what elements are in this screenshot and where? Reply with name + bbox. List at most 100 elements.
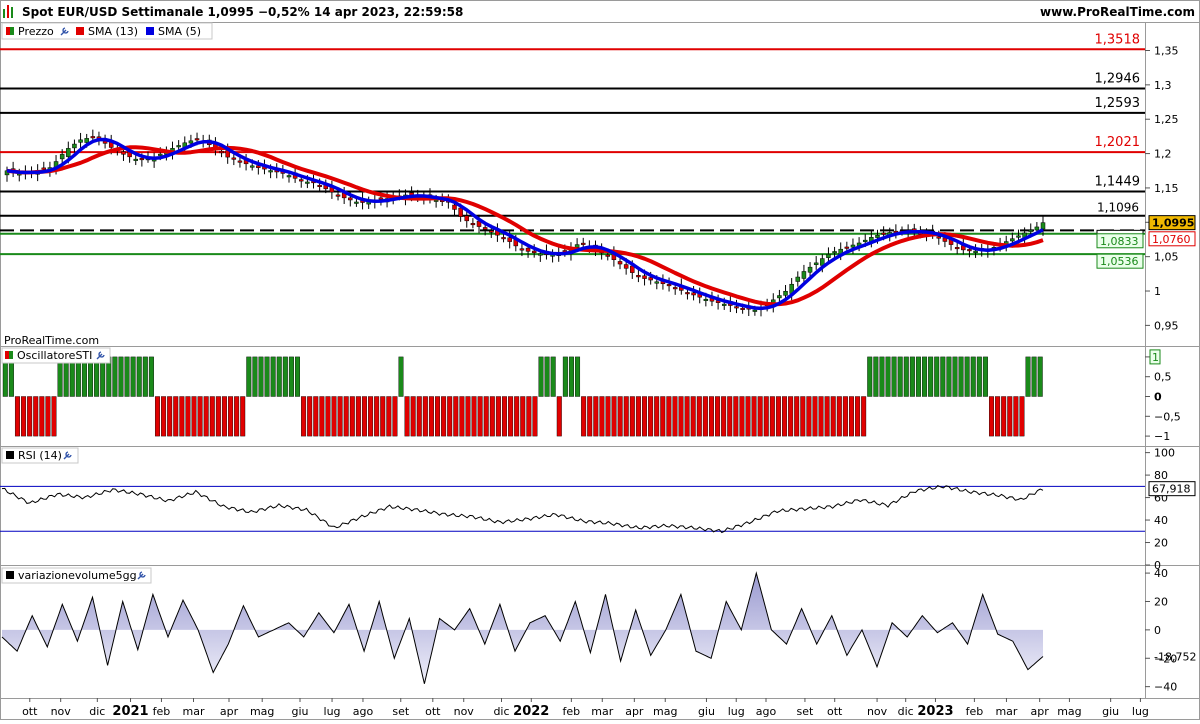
candle-body — [66, 148, 71, 157]
candle-body — [176, 145, 181, 148]
price-y-tick-label: 1 — [1154, 285, 1161, 298]
x-tick-label: mag — [653, 705, 677, 718]
candle-body — [654, 281, 660, 284]
candle-body — [59, 154, 65, 160]
sti-bar — [404, 396, 410, 437]
volume-y-tick-label: −40 — [1154, 681, 1177, 694]
sti-bar — [861, 396, 867, 437]
sti-bar — [501, 396, 507, 437]
x-tick-label: set — [797, 705, 814, 718]
candle-body — [752, 309, 758, 312]
sti-bar — [836, 396, 842, 437]
sti-bar — [234, 396, 240, 437]
sti-bar — [690, 396, 696, 437]
sti-bar — [380, 396, 386, 437]
x-tick-label: lug — [728, 705, 745, 718]
sti-bar — [33, 396, 39, 437]
sti-bar — [812, 396, 818, 437]
candle-body — [783, 290, 788, 296]
sti-bar — [897, 356, 903, 397]
sti-bar — [605, 396, 611, 437]
sti-bar — [982, 356, 988, 397]
sti-bar — [922, 356, 928, 397]
sti-bar — [684, 396, 690, 437]
price-panel[interactable]: 1,351,31,251,21,151,11,0510,951,35181,29… — [0, 32, 1196, 332]
sti-bar — [508, 396, 514, 437]
sti-bar — [319, 396, 325, 437]
candle-body — [286, 175, 292, 178]
price-swatch-icon — [6, 27, 10, 35]
rsi-y-tick-label: 80 — [1154, 469, 1168, 482]
sti-bar — [325, 396, 331, 437]
sti-bar — [258, 356, 264, 397]
sti-bar — [757, 396, 763, 437]
sti-bar — [660, 396, 666, 437]
candle-body — [219, 150, 224, 154]
candle-body — [605, 254, 611, 257]
sti-bar — [952, 356, 958, 397]
candle-body — [452, 204, 457, 210]
sti-bar — [739, 396, 745, 437]
sti-bar — [885, 356, 891, 397]
price-level-label: 1,0536 — [1100, 255, 1139, 268]
sti-bar — [130, 356, 136, 397]
volume-y-tick-label: 0 — [1154, 624, 1161, 637]
price-y-tick-label: 1,25 — [1154, 113, 1179, 126]
candle-body — [121, 151, 126, 155]
sti-bar — [246, 356, 252, 397]
candle-body — [875, 234, 880, 238]
x-tick-label: dic — [89, 705, 105, 718]
candle-body — [862, 239, 868, 242]
rsi-line — [1, 484, 1044, 534]
sti-bar — [575, 356, 581, 397]
x-tick-label: lug — [324, 705, 341, 718]
chart-svg: Spot EUR/USD Settimanale 1,0995 −0,52% 1… — [0, 0, 1200, 720]
volume-panel[interactable]: 40200−20−40-18,752 — [1, 567, 1196, 694]
candle-body — [1016, 235, 1021, 238]
x-tick-label: apr — [625, 705, 644, 718]
sti-bar — [203, 396, 209, 437]
sti-bar — [392, 396, 398, 437]
x-tick-label: mar — [591, 705, 613, 718]
rsi-panel[interactable]: 10080604020067,918 — [0, 447, 1196, 572]
candle-body — [1010, 238, 1015, 242]
price-y-tick-label: 1,35 — [1154, 44, 1179, 57]
sti-bar — [976, 356, 982, 397]
sti-bar — [727, 396, 733, 437]
sti-bar — [556, 396, 562, 437]
candle-body — [458, 207, 463, 217]
candle-body — [617, 261, 623, 265]
site-url[interactable]: www.ProRealTime.com — [1040, 5, 1195, 19]
sti-swatch-icon — [5, 351, 9, 359]
price-level-label: 1,3518 — [1095, 32, 1141, 47]
sti-bar — [678, 396, 684, 437]
sti-bar — [112, 356, 118, 397]
sti-bar — [313, 396, 319, 437]
sti-bar — [538, 356, 544, 397]
sti-bar — [240, 396, 246, 437]
sti-bar — [800, 396, 806, 437]
x-tick-label: apr — [1031, 705, 1050, 718]
sti-bar — [617, 396, 623, 437]
sti-bar — [995, 396, 1001, 437]
volume-last-label: -18,752 — [1154, 650, 1196, 663]
sti-bar — [386, 396, 392, 437]
candle-body — [672, 287, 678, 290]
sti-panel[interactable]: 0,5 0 −0,5 −1 1 — [2, 349, 1181, 443]
sti-bar — [855, 396, 861, 437]
candle-body — [973, 250, 978, 254]
rsi-y-tick-label: 20 — [1154, 537, 1168, 550]
candle-body — [237, 160, 243, 163]
candle-body — [703, 298, 709, 301]
x-tick-label: mag — [1057, 705, 1081, 718]
price-y-tick-label: 1,15 — [1154, 182, 1179, 195]
sti-bar — [873, 356, 879, 397]
price-y-tick-label: 1,05 — [1154, 251, 1179, 264]
sti-bar — [928, 356, 934, 397]
candle-body — [807, 266, 813, 273]
sti-bar — [1001, 396, 1007, 437]
candle-body — [489, 230, 494, 233]
sti-bar — [715, 396, 721, 437]
sti-bar — [45, 396, 51, 437]
volume-y-tick-label: 40 — [1154, 567, 1168, 580]
